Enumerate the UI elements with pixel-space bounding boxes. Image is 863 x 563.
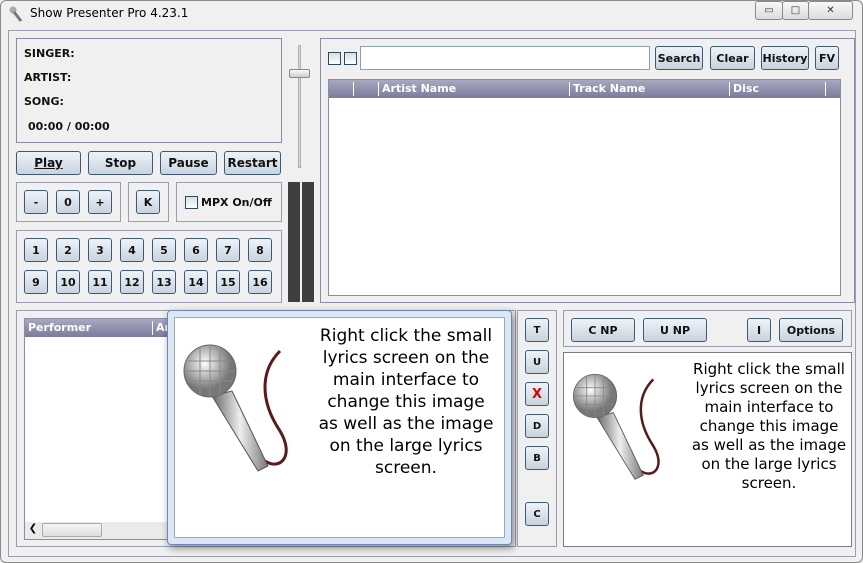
number-button-5[interactable]: 5: [152, 238, 176, 262]
maximize-button[interactable]: □: [782, 1, 809, 20]
col-track-name[interactable]: Track Name: [569, 82, 645, 96]
vu-meter-left: [288, 182, 300, 302]
volume-slider-track[interactable]: [298, 45, 301, 168]
col-end[interactable]: [825, 82, 829, 96]
close-button[interactable]: ✕: [808, 1, 853, 20]
search-input[interactable]: [360, 46, 650, 70]
mpx-checkbox[interactable]: [185, 196, 198, 209]
window-title: Show Presenter Pro 4.23.1: [30, 6, 189, 20]
options-button[interactable]: Options: [779, 318, 843, 342]
scroll-left-icon[interactable]: ❮: [26, 523, 40, 537]
number-button-11[interactable]: 11: [88, 270, 112, 294]
microphone-icon: [183, 344, 288, 472]
side-button-b[interactable]: B: [525, 446, 549, 470]
number-button-12[interactable]: 12: [120, 270, 144, 294]
performer-table[interactable]: Performer Ar ❮: [24, 318, 174, 540]
number-button-3[interactable]: 3: [88, 238, 112, 262]
fv-button[interactable]: FV: [815, 46, 839, 70]
number-button-6[interactable]: 6: [184, 238, 208, 262]
time-display: 00:00 / 00:00: [28, 120, 110, 133]
number-button-7[interactable]: 7: [216, 238, 240, 262]
pause-button[interactable]: Pause: [160, 151, 217, 175]
number-button-1[interactable]: 1: [24, 238, 48, 262]
song-label: SONG:: [24, 95, 64, 108]
stop-button[interactable]: Stop: [88, 151, 153, 175]
number-button-4[interactable]: 4: [120, 238, 144, 262]
search-option-checkbox-1[interactable]: [328, 52, 341, 65]
scrollbar-thumb[interactable]: [42, 523, 102, 537]
lyrics-text: Right click the small lyrics screen on t…: [318, 326, 494, 478]
col-blank[interactable]: [353, 82, 357, 96]
track-table[interactable]: Artist Name Track Name Disc: [328, 79, 841, 296]
horizontal-scrollbar[interactable]: ❮: [25, 522, 173, 539]
u-np-button[interactable]: U NP: [643, 318, 707, 342]
side-button-x[interactable]: X: [525, 382, 549, 406]
number-button-10[interactable]: 10: [56, 270, 80, 294]
info-button[interactable]: I: [747, 318, 771, 342]
performer-table-header: Performer Ar: [25, 319, 173, 337]
pitch-reset-button[interactable]: 0: [56, 190, 80, 214]
col-disc[interactable]: Disc: [729, 82, 759, 96]
microphone-app-icon: [9, 6, 23, 22]
number-button-15[interactable]: 15: [216, 270, 240, 294]
side-button-c[interactable]: C: [525, 502, 549, 526]
track-table-header: Artist Name Track Name Disc: [329, 80, 840, 98]
small-lyrics-screen[interactable]: Right click the small lyrics screen on t…: [563, 352, 852, 547]
side-button-u[interactable]: U: [525, 350, 549, 374]
small-lyrics-text: Right click the small lyrics screen on t…: [691, 360, 847, 492]
col-artist-name[interactable]: Artist Name: [378, 82, 456, 96]
minimize-button[interactable]: ▭: [755, 1, 783, 20]
side-button-d[interactable]: D: [525, 414, 549, 438]
artist-label: ARTIST:: [24, 71, 72, 84]
key-button[interactable]: K: [136, 190, 160, 214]
volume-slider-thumb[interactable]: [289, 69, 310, 78]
pitch-minus-button[interactable]: -: [24, 190, 48, 214]
side-button-t[interactable]: T: [525, 318, 549, 342]
pitch-plus-button[interactable]: +: [88, 190, 112, 214]
singer-label: SINGER:: [24, 47, 75, 60]
number-button-14[interactable]: 14: [184, 270, 208, 294]
number-button-13[interactable]: 13: [152, 270, 176, 294]
number-button-8[interactable]: 8: [248, 238, 272, 262]
clear-button[interactable]: Clear: [710, 46, 755, 70]
play-button[interactable]: Play: [16, 151, 81, 175]
col-performer[interactable]: Performer: [25, 321, 91, 335]
number-button-2[interactable]: 2: [56, 238, 80, 262]
history-button[interactable]: History: [761, 46, 809, 70]
number-button-9[interactable]: 9: [24, 270, 48, 294]
restart-button[interactable]: Restart: [224, 151, 281, 175]
microphone-icon: [572, 373, 660, 480]
now-playing-box: SINGER: ARTIST: SONG: 00:00 / 00:00: [16, 38, 282, 143]
number-button-16[interactable]: 16: [248, 270, 272, 294]
search-option-checkbox-2[interactable]: [344, 52, 357, 65]
mpx-label: MPX On/Off: [201, 196, 272, 209]
lyrics-preview-popup[interactable]: Right click the small lyrics screen on t…: [167, 310, 512, 545]
search-button[interactable]: Search: [655, 46, 703, 70]
vu-meter-right: [302, 182, 314, 302]
c-np-button[interactable]: C NP: [571, 318, 635, 342]
